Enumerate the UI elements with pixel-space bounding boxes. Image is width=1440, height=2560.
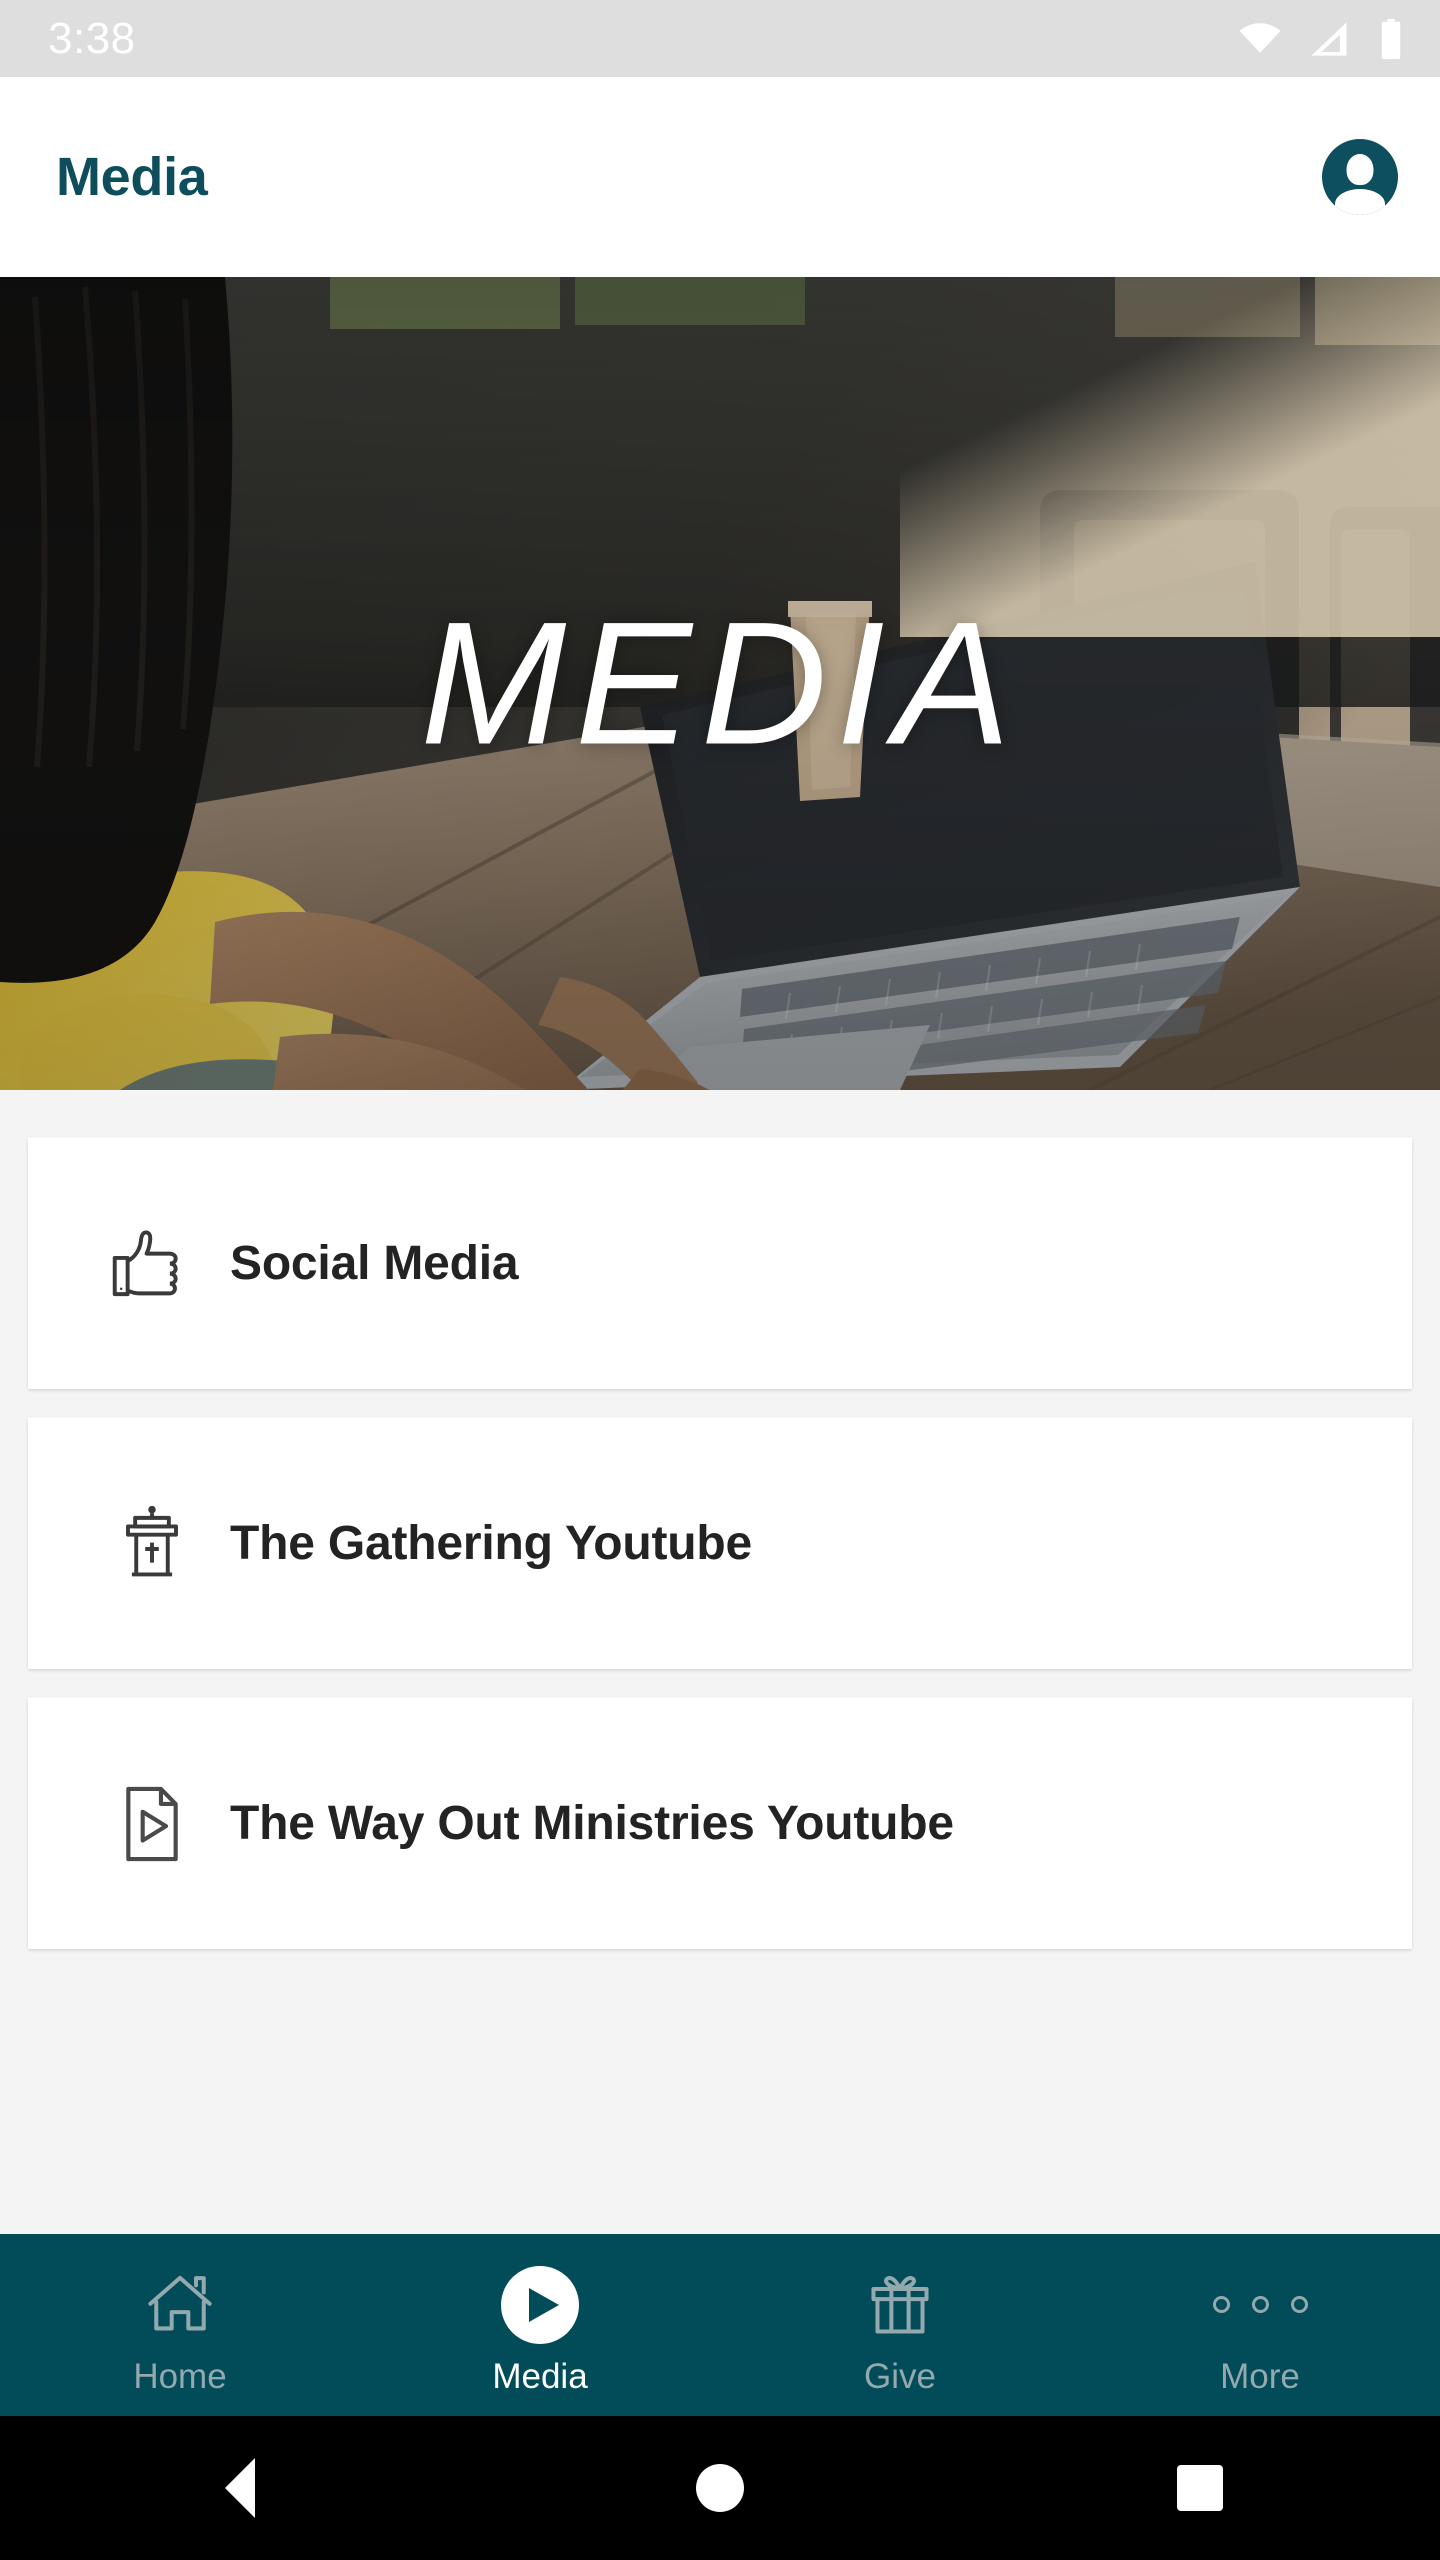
play-triangle — [529, 2287, 559, 2322]
list-item[interactable]: The Way Out Ministries Youtube — [28, 1697, 1412, 1949]
media-list: Social Media The Gathering Youtube The W… — [0, 1090, 1440, 2234]
nav-item-media[interactable]: Media — [360, 2234, 720, 2416]
status-bar-clock: 3:38 — [48, 13, 136, 63]
list-item-label: The Gathering Youtube — [230, 1516, 753, 1570]
nav-item-give[interactable]: Give — [720, 2234, 1080, 2416]
nav-item-label: More — [1220, 2356, 1300, 2396]
pulpit-icon — [104, 1496, 200, 1592]
status-bar-icons — [1238, 17, 1406, 61]
nav-item-label: Media — [492, 2356, 588, 2396]
list-item[interactable]: Social Media — [28, 1137, 1412, 1389]
android-system-nav — [0, 2416, 1440, 2560]
nav-item-label: Home — [133, 2356, 227, 2396]
list-item-label: The Way Out Ministries Youtube — [230, 1796, 954, 1850]
home-icon — [696, 2464, 744, 2512]
android-recents-button[interactable] — [1100, 2465, 1300, 2511]
cellular-signal-icon — [1308, 18, 1350, 60]
bottom-navigation: Home Media Give More — [0, 2234, 1440, 2416]
battery-icon — [1376, 17, 1406, 61]
page-title: Media — [56, 147, 208, 207]
play-circle-icon — [501, 2265, 579, 2345]
back-icon — [225, 2458, 255, 2518]
gift-icon — [863, 2265, 937, 2345]
account-circle-icon[interactable] — [1322, 139, 1398, 215]
app-bar: Media — [0, 77, 1440, 277]
hero-banner[interactable]: MEDIA — [0, 277, 1440, 1090]
status-bar: 3:38 — [0, 0, 1440, 77]
dot — [1212, 2296, 1230, 2313]
list-item[interactable]: The Gathering Youtube — [28, 1417, 1412, 1669]
dot — [1290, 2296, 1308, 2313]
more-dots-icon — [1212, 2265, 1308, 2345]
avatar-body — [1335, 189, 1385, 215]
app-screen: 3:38 Media MEDIA Social Media The Gather… — [0, 0, 1440, 2560]
android-home-button[interactable] — [620, 2464, 820, 2512]
nav-item-more[interactable]: More — [1080, 2234, 1440, 2416]
wifi-icon — [1238, 17, 1282, 61]
play-circle-bubble — [501, 2265, 579, 2344]
avatar-head — [1346, 154, 1374, 185]
home-icon — [143, 2265, 217, 2345]
list-item-label: Social Media — [230, 1236, 519, 1290]
video-file-icon — [104, 1776, 200, 1872]
android-back-button[interactable] — [140, 2458, 340, 2518]
recents-icon — [1177, 2465, 1223, 2511]
dot — [1251, 2296, 1269, 2313]
more-dots-group — [1212, 2296, 1308, 2313]
nav-item-home[interactable]: Home — [0, 2234, 360, 2416]
nav-item-label: Give — [864, 2356, 936, 2396]
thumbs-up-icon — [104, 1216, 200, 1312]
hero-overlay-title: MEDIA — [420, 586, 1020, 781]
